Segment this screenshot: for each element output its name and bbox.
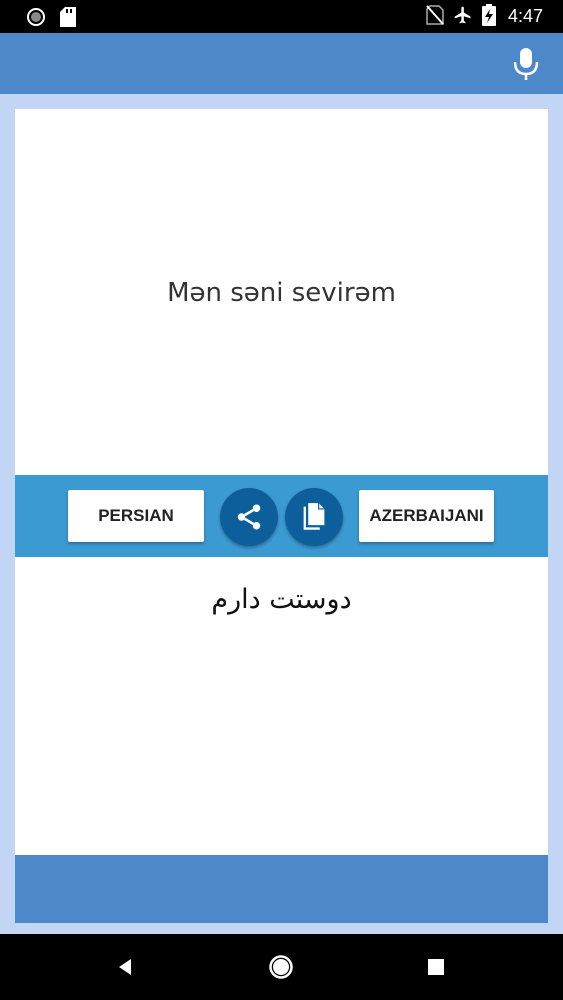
source-language-button[interactable]: PERSIAN — [68, 490, 204, 542]
recents-icon — [428, 959, 444, 975]
microphone-icon — [513, 48, 539, 80]
home-icon — [269, 955, 293, 979]
no-sim-icon — [426, 4, 444, 29]
copy-icon — [303, 503, 325, 530]
share-icon — [237, 504, 261, 530]
back-icon — [119, 959, 131, 975]
copy-button[interactable] — [285, 488, 343, 546]
circle-icon — [26, 7, 46, 31]
navigation-bar — [0, 934, 563, 1000]
status-bar: 4:47 — [0, 0, 563, 33]
sd-card-icon — [60, 7, 76, 31]
airplane-icon — [452, 5, 474, 29]
share-button[interactable] — [220, 488, 278, 546]
footer-bar — [15, 855, 548, 923]
microphone-button[interactable] — [511, 47, 541, 81]
battery-charging-icon — [481, 3, 496, 30]
source-text: Mən səni sevirəm — [167, 278, 396, 308]
status-time: 4:47 — [507, 6, 543, 26]
home-button[interactable] — [266, 952, 296, 982]
back-button[interactable] — [110, 952, 140, 982]
target-language-label: AZERBAIJANI — [369, 506, 484, 525]
source-language-label: PERSIAN — [98, 506, 174, 525]
status-right-group: 4:47 — [426, 0, 543, 33]
app-bar — [0, 33, 563, 94]
recents-button[interactable] — [421, 952, 451, 982]
translated-text: دوستت دارم — [211, 584, 352, 615]
target-language-button[interactable]: AZERBAIJANI — [359, 490, 494, 542]
